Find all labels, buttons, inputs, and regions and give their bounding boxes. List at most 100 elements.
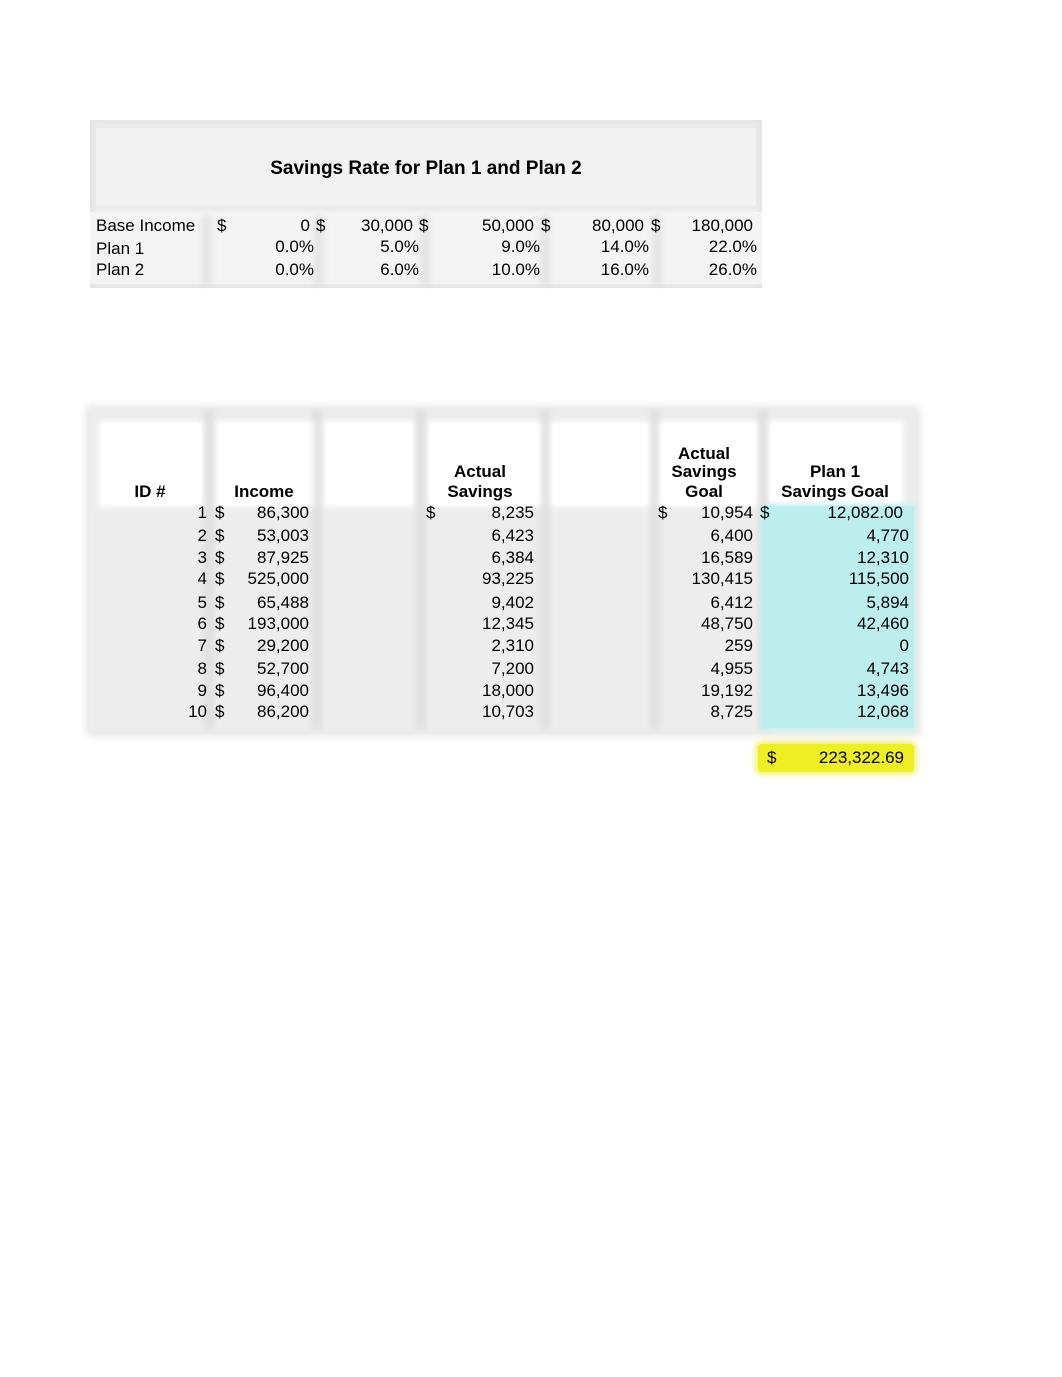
savings-rate-table: Savings Rate for Plan 1 and Plan 2 (90, 120, 762, 288)
row-label-plan-2: Plan 2 (96, 260, 145, 279)
total-value: 223,322.69 (818, 748, 904, 767)
actual-goal-value: 19,192 (701, 681, 753, 700)
plan1-rate-4: 14.0% (600, 237, 649, 256)
row-id: 8 (197, 659, 207, 678)
row-id: 6 (197, 614, 207, 633)
header-actual-savings-line2: Savings (447, 482, 513, 501)
currency-symbol: $ (651, 216, 661, 235)
header-plan1-goal-line2: Savings Goal (781, 482, 889, 501)
savings-currency: $ (426, 503, 436, 522)
plan1-goal-value: 4,770 (866, 526, 909, 545)
income-value: 65,488 (257, 593, 309, 612)
row-label-base-income: Base Income (96, 216, 196, 235)
currency-symbol: $ (541, 216, 551, 235)
base-income-1: 0 (300, 216, 310, 235)
income-currency: $ (215, 526, 225, 545)
plan1-goal-value: 12,068 (857, 702, 909, 721)
income-currency: $ (215, 636, 225, 655)
row-id: 10 (188, 702, 207, 721)
column-divider (202, 215, 212, 285)
row-id: 1 (197, 503, 207, 522)
goal-currency: $ (658, 503, 668, 522)
plan1-goal-value: 13,496 (857, 681, 909, 700)
actual-savings-value: 18,000 (482, 681, 534, 700)
actual-savings-value: 6,384 (491, 548, 534, 567)
actual-savings-value: 6,423 (491, 526, 534, 545)
plan1-rate-5: 22.0% (708, 237, 757, 256)
actual-savings-value: 10,703 (482, 702, 534, 721)
plan1-currency: $ (760, 503, 770, 522)
actual-savings-value: 7,200 (491, 659, 534, 678)
income-value: 86,200 (257, 702, 309, 721)
table-title: Savings Rate for Plan 1 and Plan 2 (270, 158, 582, 179)
actual-goal-value: 4,955 (710, 659, 753, 678)
actual-goal-value: 6,412 (710, 593, 753, 612)
actual-savings-value: 12,345 (482, 614, 534, 633)
actual-savings-value: 93,225 (482, 569, 534, 588)
header-plan1-goal-line1: Plan 1 (809, 462, 861, 481)
income-currency: $ (215, 548, 225, 567)
plan1-rate-3: 9.0% (501, 237, 540, 256)
currency-symbol: $ (419, 216, 429, 235)
header-actual-goal-line3: Goal (685, 482, 723, 501)
plan1-goal-value: 12,082.00 (827, 503, 903, 522)
row-label-plan-1: Plan 1 (96, 239, 145, 258)
row-id: 4 (197, 569, 207, 588)
row-id: 2 (197, 526, 207, 545)
actual-goal-value: 8,725 (710, 702, 753, 721)
header-actual-savings-line1: Actual (454, 462, 506, 481)
row-id: 5 (197, 593, 207, 612)
actual-goal-value: 16,589 (701, 548, 753, 567)
income-currency: $ (215, 569, 225, 588)
actual-savings-value: 9,402 (491, 593, 534, 612)
plan2-rate-2: 6.0% (380, 260, 419, 279)
header-cell (326, 424, 412, 504)
header-cell (552, 424, 648, 504)
base-income-4: 80,000 (592, 216, 644, 235)
row-id: 7 (197, 636, 207, 655)
currency-symbol: $ (217, 216, 227, 235)
plan2-rate-3: 10.0% (491, 260, 540, 279)
plan2-rate-5: 26.0% (708, 260, 757, 279)
income-value: 193,000 (247, 614, 309, 633)
column-divider (540, 410, 550, 730)
plan1-goal-value: 12,310 (857, 548, 909, 567)
column-divider (312, 410, 322, 730)
income-value: 525,000 (247, 569, 309, 588)
actual-goal-value: 6,400 (710, 526, 753, 545)
actual-goal-value: 130,415 (691, 569, 753, 588)
actual-savings-value: 8,235 (491, 503, 534, 522)
plan1-goal-value: 42,460 (857, 614, 909, 633)
income-currency: $ (215, 614, 225, 633)
actual-goal-value: 48,750 (701, 614, 753, 633)
row-id: 9 (197, 681, 207, 700)
income-value: 52,700 (257, 659, 309, 678)
plan1-goal-value: 5,894 (866, 593, 909, 612)
actual-goal-value: 10,954 (701, 503, 753, 522)
base-income-2: 30,000 (361, 216, 413, 235)
plan2-rate-4: 16.0% (600, 260, 649, 279)
plan1-rate-2: 5.0% (380, 237, 419, 256)
header-income: Income (234, 482, 294, 501)
plan1-rate-1: 0.0% (275, 237, 314, 256)
income-currency: $ (215, 702, 225, 721)
base-income-5: 180,000 (691, 216, 753, 235)
total-currency: $ (767, 748, 777, 767)
income-currency: $ (215, 659, 225, 678)
currency-symbol: $ (316, 216, 326, 235)
actual-savings-value: 2,310 (491, 636, 534, 655)
income-value: 53,003 (257, 526, 309, 545)
income-value: 87,925 (257, 548, 309, 567)
income-value: 29,200 (257, 636, 309, 655)
plan2-rate-1: 0.0% (275, 260, 314, 279)
plan1-goal-value: 115,500 (848, 569, 909, 588)
plan1-goal-value: 4,743 (866, 659, 909, 678)
column-divider (416, 410, 426, 730)
income-currency: $ (215, 681, 225, 700)
actual-goal-value: 259 (724, 636, 753, 655)
header-actual-goal-line1: Actual (678, 444, 730, 463)
header-id: ID # (134, 482, 166, 501)
income-value: 86,300 (257, 503, 309, 522)
base-income-3: 50,000 (482, 216, 534, 235)
income-currency: $ (215, 593, 225, 612)
